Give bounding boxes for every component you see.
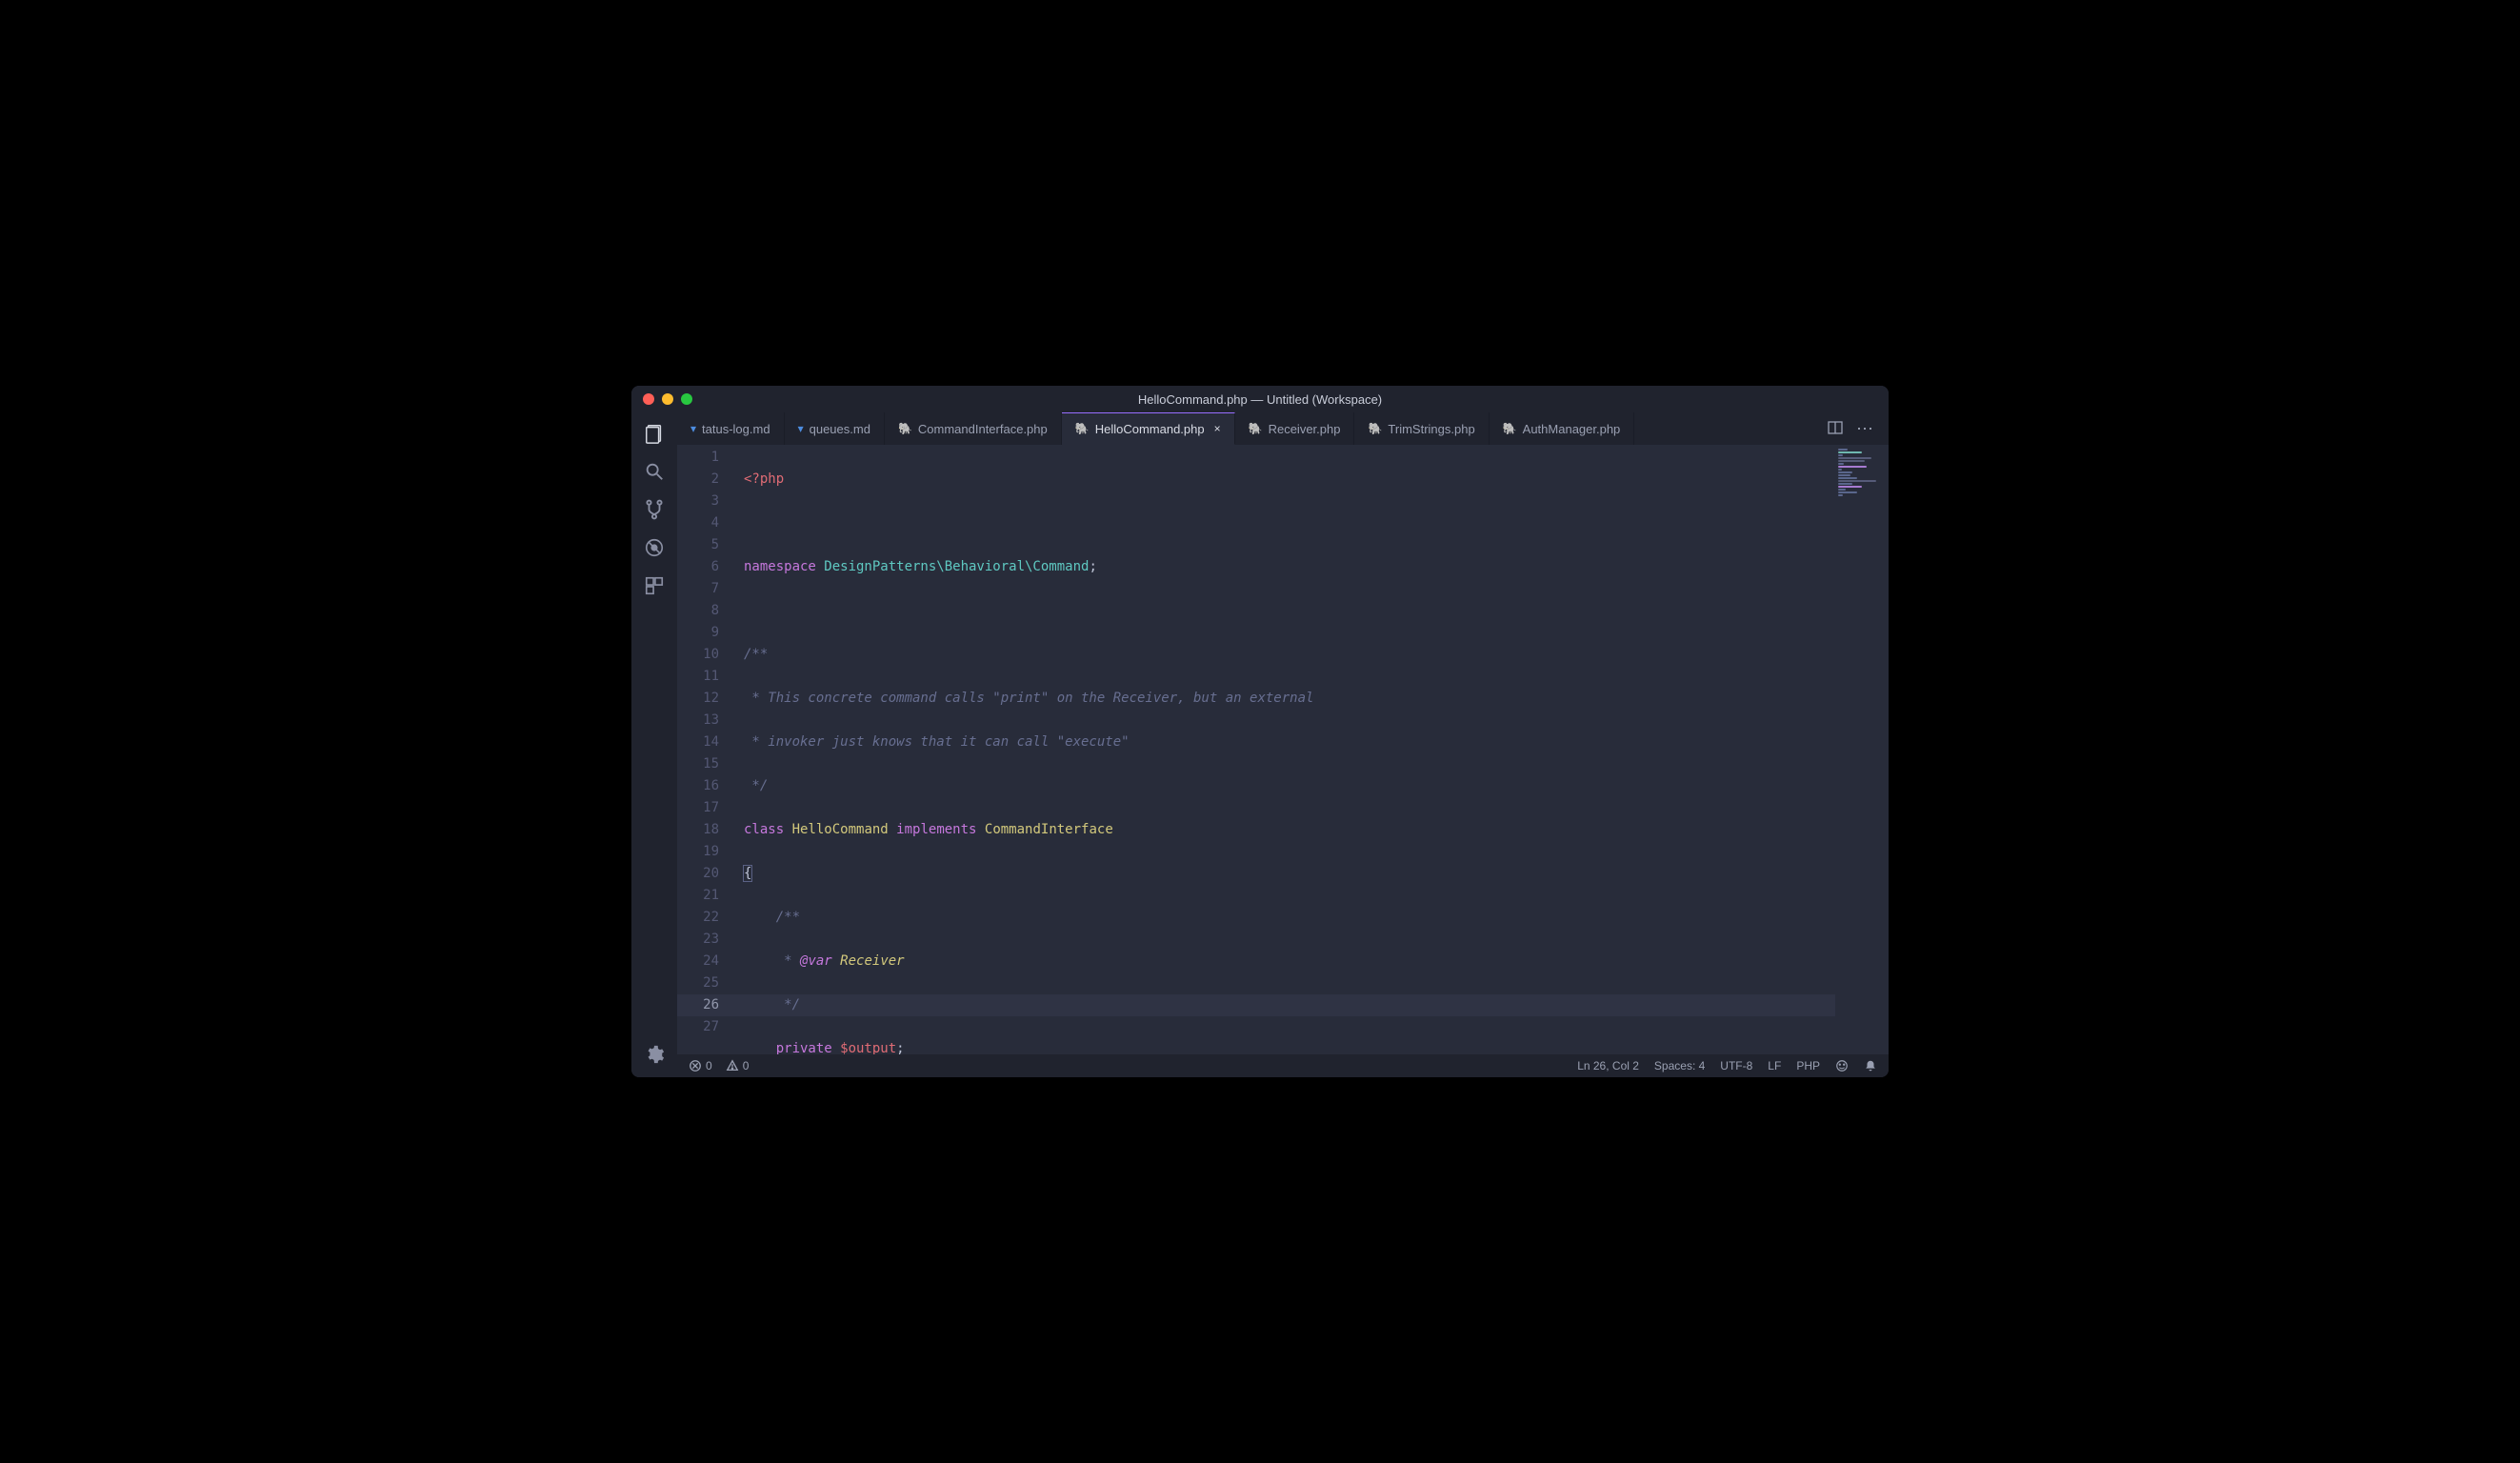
php-file-icon: 🐘 [1249, 422, 1263, 435]
interface-name: CommandInterface [976, 822, 1112, 837]
editor-area: ▾ tatus-log.md ▾ queues.md 🐘 CommandInte… [677, 412, 1889, 1077]
doc-comment: /** [744, 647, 768, 662]
traffic-lights [643, 393, 692, 405]
tab-actions: ⋯ [1814, 412, 1889, 445]
php-file-icon: 🐘 [1503, 422, 1517, 435]
tab-authmanager[interactable]: 🐘 AuthManager.php [1490, 412, 1635, 445]
tab-trimstrings[interactable]: 🐘 TrimStrings.php [1354, 412, 1489, 445]
tab-label: TrimStrings.php [1388, 422, 1474, 436]
line-number-gutter: 1234567891011121314151617181920212223242… [677, 445, 744, 1054]
class-name: HelloCommand [784, 822, 896, 837]
explorer-icon[interactable] [641, 420, 668, 447]
zoom-window-button[interactable] [681, 393, 692, 405]
git-icon[interactable] [641, 496, 668, 523]
doc-comment: */ [744, 778, 768, 793]
minimize-window-button[interactable] [662, 393, 673, 405]
doc-comment: /** [744, 910, 800, 925]
status-bar: 0 0 Ln 26, Col 2 Spaces: 4 UTF-8 LF PHP [677, 1054, 1889, 1077]
doc-type: Receiver [840, 953, 904, 969]
extensions-icon[interactable] [641, 572, 668, 599]
php-file-icon: 🐘 [898, 422, 912, 435]
main-area: ▾ tatus-log.md ▾ queues.md 🐘 CommandInte… [631, 412, 1889, 1077]
titlebar[interactable]: HelloCommand.php — Untitled (Workspace) [631, 386, 1889, 412]
tab-commandinterface[interactable]: 🐘 CommandInterface.php [885, 412, 1062, 445]
tab-receiver[interactable]: 🐘 Receiver.php [1235, 412, 1355, 445]
markdown-file-icon: ▾ [798, 422, 804, 435]
keyword: private [744, 1041, 832, 1054]
app-window: HelloCommand.php — Untitled (Workspace) [631, 386, 1889, 1077]
keyword: class [744, 822, 784, 837]
close-tab-icon[interactable]: × [1214, 422, 1221, 435]
status-language[interactable]: PHP [1796, 1059, 1820, 1072]
window-title: HelloCommand.php — Untitled (Workspace) [631, 392, 1889, 407]
status-errors[interactable]: 0 [689, 1059, 712, 1072]
space [832, 953, 840, 969]
tab-tatus-log[interactable]: ▾ tatus-log.md [677, 412, 785, 445]
markdown-file-icon: ▾ [690, 422, 696, 435]
keyword: implements [896, 822, 976, 837]
search-icon[interactable] [641, 458, 668, 485]
status-cursor-position[interactable]: Ln 26, Col 2 [1577, 1059, 1639, 1072]
activity-bar [631, 412, 677, 1077]
keyword: namespace [744, 559, 816, 574]
split-editor-icon[interactable] [1828, 420, 1843, 438]
minimap[interactable] [1835, 445, 1889, 1054]
variable: $output [832, 1041, 896, 1054]
notifications-icon[interactable] [1864, 1059, 1877, 1072]
tab-queues[interactable]: ▾ queues.md [785, 412, 885, 445]
punct: ; [896, 1041, 904, 1054]
error-count: 0 [706, 1059, 712, 1072]
doc-comment: * [744, 953, 800, 969]
doc-comment: */ [744, 997, 800, 1012]
tab-label: AuthManager.php [1523, 422, 1621, 436]
php-file-icon: 🐘 [1368, 422, 1382, 435]
status-indent[interactable]: Spaces: 4 [1654, 1059, 1705, 1072]
punct: ; [1089, 559, 1096, 574]
tab-bar: ▾ tatus-log.md ▾ queues.md 🐘 CommandInte… [677, 412, 1889, 445]
namespace-path: DesignPatterns\Behavioral\Command [816, 559, 1090, 574]
tab-label: tatus-log.md [702, 422, 770, 436]
doc-comment: * invoker just knows that it can call "e… [744, 734, 1130, 750]
more-actions-icon[interactable]: ⋯ [1856, 419, 1875, 439]
status-eol[interactable]: LF [1768, 1059, 1781, 1072]
doc-tag: @var [800, 953, 832, 969]
php-file-icon: 🐘 [1075, 422, 1090, 435]
status-encoding[interactable]: UTF-8 [1720, 1059, 1752, 1072]
doc-comment: * This concrete command calls "print" on… [744, 691, 1313, 706]
tab-label: HelloCommand.php [1095, 422, 1205, 436]
tab-label: CommandInterface.php [918, 422, 1048, 436]
settings-icon[interactable] [641, 1041, 668, 1068]
warning-count: 0 [743, 1059, 750, 1072]
tab-label: Receiver.php [1269, 422, 1341, 436]
tab-label: queues.md [810, 422, 870, 436]
brace: { [744, 866, 751, 881]
php-open-tag: <?php [744, 471, 784, 487]
feedback-icon[interactable] [1835, 1059, 1849, 1072]
tab-hellocommand[interactable]: 🐘 HelloCommand.php × [1062, 412, 1235, 445]
close-window-button[interactable] [643, 393, 654, 405]
code-content[interactable]: <?php namespace DesignPatterns\Behaviora… [744, 445, 1889, 1054]
status-warnings[interactable]: 0 [726, 1059, 750, 1072]
debug-icon[interactable] [641, 534, 668, 561]
text-editor[interactable]: 1234567891011121314151617181920212223242… [677, 445, 1889, 1054]
